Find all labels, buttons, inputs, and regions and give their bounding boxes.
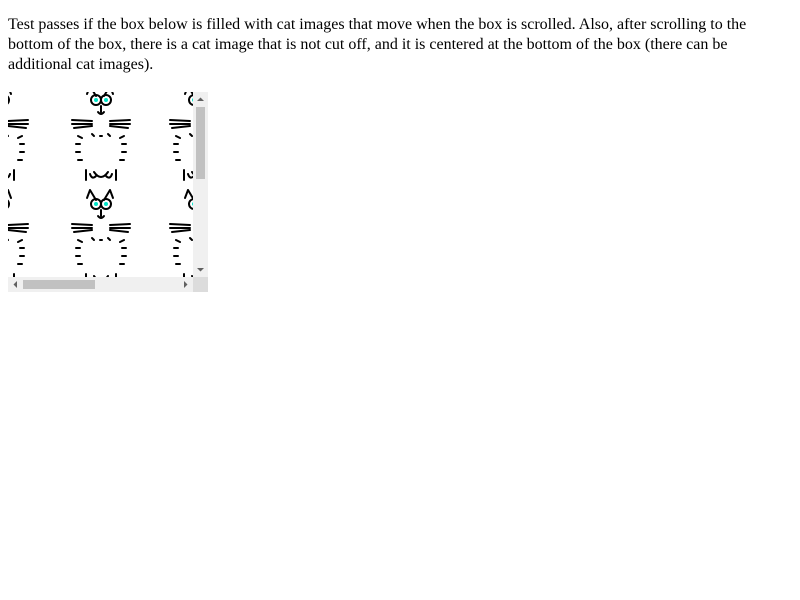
scroll-left-arrow-icon[interactable] [8,277,23,292]
cat-pattern-image [8,92,193,277]
cat-pattern-content [8,92,193,277]
test-instructions: Test passes if the box below is filled w… [8,16,747,73]
horizontal-scrollbar[interactable] [8,277,193,292]
scroll-down-arrow-icon[interactable] [193,262,208,277]
vertical-scroll-thumb[interactable] [196,107,205,179]
vertical-scrollbar[interactable] [193,92,208,277]
cat-scroll-box[interactable] [8,92,208,292]
scrollbar-corner [193,277,208,292]
scroll-right-arrow-icon[interactable] [178,277,193,292]
scroll-up-arrow-icon[interactable] [193,92,208,107]
horizontal-scroll-thumb[interactable] [23,280,95,289]
